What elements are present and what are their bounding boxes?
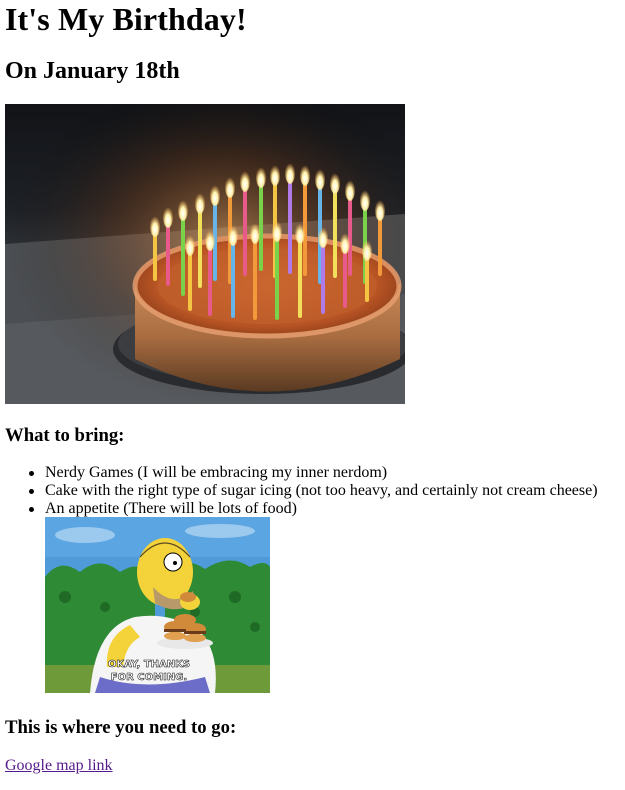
what-to-bring-heading: What to bring: [5,425,125,446]
where-to-go-heading: This is where you need to go: [5,717,237,738]
birthday-cake-image [5,104,405,404]
list-item-label: An appetite (There will be lots of food) [45,500,297,517]
bullet-icon [29,471,34,476]
list-item: Nerdy Games (I will be embracing my inne… [5,464,598,482]
page-subtitle: On January 18th [5,58,180,84]
birthday-page: It's My Birthday! On January 18th What t… [0,0,625,790]
list-item: An appetite (There will be lots of food) [5,500,598,518]
bring-list: Nerdy Games (I will be embracing my inne… [5,464,598,518]
bullet-icon [29,489,34,494]
page-title: It's My Birthday! [5,1,247,37]
list-item-label: Cake with the right type of sugar icing … [45,482,598,499]
list-item-label: Nerdy Games (I will be embracing my inne… [45,464,388,481]
gif-caption-line2: FOR COMING. [111,672,187,683]
bullet-icon [29,507,34,512]
google-map-link[interactable]: Google map link [5,757,113,775]
gif-caption-line1: OKAY, THANKS [108,659,190,670]
homer-burgers-image: OKAY, THANKS FOR COMING. [45,517,270,693]
list-item: Cake with the right type of sugar icing … [5,482,598,500]
